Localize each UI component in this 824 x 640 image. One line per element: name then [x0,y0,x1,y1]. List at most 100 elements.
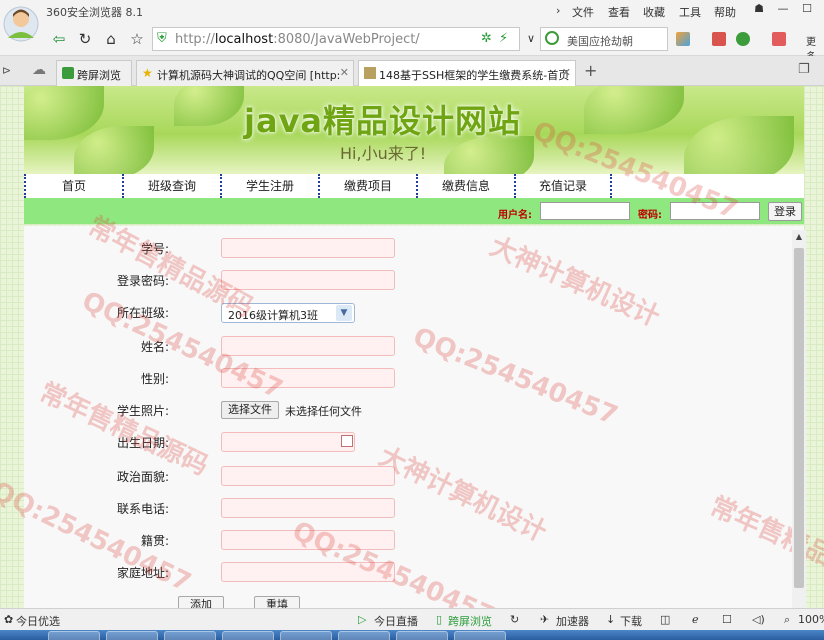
taskbar-app[interactable] [164,631,216,640]
status-cross-screen[interactable]: 跨屏浏览 [448,613,492,629]
address-label: 家庭地址: [116,566,169,580]
name-label: 姓名: [140,340,169,354]
layout-icon[interactable]: ◫ [660,613,670,626]
favorite-star-icon[interactable]: ☆ [126,29,148,49]
apps-grid-icon[interactable] [676,32,690,46]
maximize-icon[interactable]: ☐ [796,2,818,18]
nav-recharge-records[interactable]: 充值记录 [514,174,612,198]
address-input[interactable] [221,562,395,582]
new-tab-icon[interactable]: + [584,61,597,80]
political-input[interactable] [221,466,395,486]
tab-cross-screen[interactable]: 跨屏浏览 [56,60,132,86]
nav-payment-items[interactable]: 缴费项目 [318,174,416,198]
taskbar-app[interactable] [48,631,100,640]
page-scrollbar[interactable]: ▲ [792,230,806,608]
search-suggestion: 美国应抢劫朝 [567,35,633,48]
loading-icon[interactable]: ✲ [481,31,492,46]
class-select[interactable]: 2016级计算机3班 ▼ [221,303,355,323]
gift-icon[interactable]: ✿ [4,613,13,626]
translate-icon[interactable] [772,32,786,46]
user-avatar-icon[interactable] [3,4,39,44]
close-icon[interactable]: ✕ [562,66,571,79]
class-select-value: 2016级计算机3班 [228,309,318,322]
minimize-icon[interactable]: — [772,2,794,18]
reset-button[interactable]: 重填 [254,596,300,608]
phone-icon [62,67,74,79]
login-password-input[interactable] [221,270,395,290]
site-banner: java精品设计网站 Hi,小u来了! [24,86,804,174]
username-label: 用户名: [498,210,532,221]
refresh-icon[interactable]: ↻ [510,613,519,626]
tab-list-icon[interactable]: ❐ [798,62,810,77]
gender-input[interactable] [221,368,395,388]
taskbar-app[interactable] [396,631,448,640]
add-button[interactable]: 添加 [178,596,224,608]
zoom-icon[interactable]: ⌕ [784,613,790,627]
cloud-icon[interactable]: ☁ [32,62,46,78]
address-toolbar: ⇦ ↻ ⌂ ☆ ⛨ http://localhost:8080/JavaWebP… [0,22,824,63]
menu-help[interactable]: 帮助 [714,4,736,20]
menu-tools[interactable]: 工具 [679,4,701,20]
home-icon[interactable]: ⌂ [100,29,122,49]
ie-icon[interactable]: ℯ [692,613,699,626]
menu-file[interactable]: 文件 [572,4,594,20]
status-zoom[interactable]: 100% [798,613,824,626]
chevron-down-icon[interactable]: ∨ [520,29,542,49]
scroll-thumb[interactable] [794,248,804,588]
window-icon[interactable]: ☐ [722,613,732,626]
phone-input[interactable] [221,498,395,518]
tab-student-payment[interactable]: 148基于SSH框架的学生缴费系统-首页 ✕ [358,60,576,86]
nav-payment-info[interactable]: 缴费信息 [416,174,514,198]
taskbar-app[interactable] [454,631,506,640]
class-label: 所在班级: [116,306,169,320]
download-icon[interactable]: ↓ [606,613,615,626]
status-download[interactable]: 下载 [620,613,642,629]
skin-icon[interactable]: ☗ [748,2,770,18]
nav-student-register[interactable]: 学生注册 [220,174,318,198]
name-input[interactable] [221,336,395,356]
nav-home[interactable]: 首页 [24,174,122,198]
lightning-icon[interactable]: ⚡ [499,31,508,46]
status-today-picks[interactable]: 今日优选 [16,613,60,629]
nav-class-query[interactable]: 班级查询 [122,174,220,198]
menu-view[interactable]: 查看 [608,4,630,20]
rocket-icon[interactable]: ✈ [540,613,549,626]
mail-icon[interactable] [712,32,726,46]
play-icon[interactable]: ▷ [358,613,366,626]
login-bar: 用户名: 密码: 登录 [24,198,804,224]
url-path: :8080/JavaWebProject/ [273,32,420,47]
political-label: 政治面貌: [116,470,169,484]
password-input[interactable] [670,202,760,220]
web-page: java精品设计网站 Hi,小u来了! 首页 班级查询 学生注册 缴费项目 缴费… [0,86,824,608]
app-name: 360安全浏览器 8.1 [46,6,143,19]
taskbar-app[interactable] [222,631,274,640]
taskbar-app[interactable] [280,631,332,640]
sidebar-toggle-icon[interactable]: ⊳ [2,64,11,77]
student-id-input[interactable] [221,238,395,258]
volume-icon[interactable]: ◁) [752,613,765,626]
birthday-input[interactable] [221,432,355,452]
menu-favorites[interactable]: 收藏 [643,4,665,20]
choose-file-button[interactable]: 选择文件 [221,401,279,419]
username-input[interactable] [540,202,630,220]
url-input[interactable]: ⛨ http://localhost:8080/JavaWebProject/ … [152,27,520,51]
back-icon[interactable]: ⇦ [48,29,70,49]
native-place-input[interactable] [221,530,395,550]
taskbar-app[interactable] [338,631,390,640]
refresh-icon[interactable]: ↻ [74,29,96,49]
tab-qq-space[interactable]: ★ 计算机源码大神调试的QQ空间 [http: ✕ [136,60,354,86]
tab-bar: ⊳ ☁ 跨屏浏览 ★ 计算机源码大神调试的QQ空间 [http: ✕ 148基于… [0,56,824,86]
security-icon[interactable] [736,32,750,46]
status-accelerator[interactable]: 加速器 [556,613,589,629]
login-button[interactable]: 登录 [768,202,802,221]
taskbar-app[interactable] [106,631,158,640]
leaf-decoration [74,126,154,174]
scroll-up-icon[interactable]: ▲ [792,230,806,244]
tab-label: 148基于SSH框架的学生缴费系统-首页 [379,69,570,82]
search-input[interactable]: 美国应抢劫朝 [540,27,668,51]
phone-icon[interactable]: ▯ [436,613,442,626]
calendar-icon[interactable] [341,435,353,447]
close-icon[interactable]: ✕ [340,66,349,79]
chevron-right-icon[interactable]: › [556,4,560,17]
status-live[interactable]: 今日直播 [374,613,418,629]
